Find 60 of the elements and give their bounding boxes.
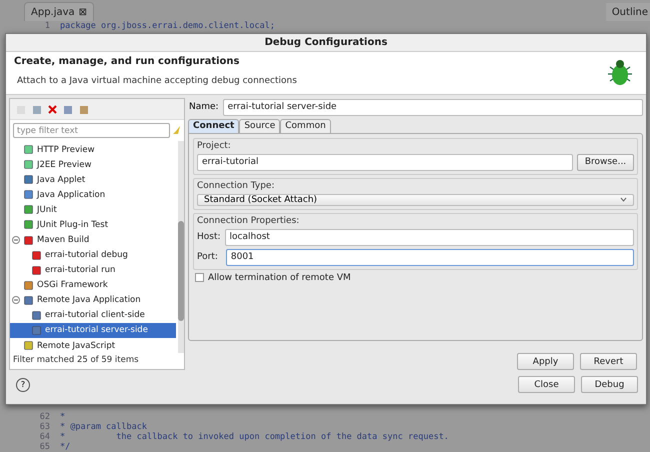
tree-item[interactable]: OSGi Framework <box>10 278 176 293</box>
name-label: Name: <box>189 102 219 112</box>
host-field[interactable]: localhost <box>224 228 634 246</box>
config-tab[interactable]: Source <box>239 118 280 133</box>
config-tab[interactable]: Common <box>280 118 331 133</box>
tree-item[interactable]: J2EE Preview <box>10 157 176 172</box>
group-legend: Connection Type: <box>197 180 634 191</box>
close-button[interactable]: Close <box>518 376 575 393</box>
apply-button[interactable]: Apply <box>517 353 574 370</box>
checkbox-label[interactable]: Allow termination of remote VM <box>208 272 351 283</box>
code-line: */ <box>60 442 70 452</box>
chevron-down-icon <box>620 197 627 202</box>
revert-button[interactable]: Revert <box>580 353 637 370</box>
scrollbar-thumb[interactable] <box>178 221 184 321</box>
line-number: 1 <box>44 21 50 31</box>
code-line: package org.jboss.errai.demo.client.local; <box>60 21 275 31</box>
group-legend: Connection Properties: <box>197 216 634 226</box>
tree-item[interactable]: Remote Java Application <box>10 292 176 308</box>
tree-item[interactable]: JUnit Plug-in Test <box>10 217 176 232</box>
editor-tab-label[interactable]: App.java <box>31 6 75 18</box>
dialog-title: Debug Configurations <box>6 34 646 52</box>
port-field[interactable]: 8001 <box>226 248 634 266</box>
dialog-subtitle: Attach to a Java virtual machine accepting debug connections <box>16 76 298 86</box>
tree-item[interactable]: Remote JavaScript <box>10 338 176 353</box>
tree-item[interactable]: Java Applet <box>10 172 176 188</box>
line-number: 63 <box>38 422 50 432</box>
code-line: * <box>60 412 66 422</box>
collapse-icon[interactable] <box>12 296 20 304</box>
delete-icon[interactable] <box>48 104 57 114</box>
close-icon[interactable]: ⊠ <box>78 6 88 18</box>
filter-status: Filter matched 25 of 59 items <box>12 354 140 367</box>
name-field[interactable]: errai-tutorial server-side <box>222 98 643 116</box>
config-tab[interactable]: Connect <box>188 118 240 133</box>
tree-item[interactable]: HTTP Preview <box>10 142 176 158</box>
host-label: Host: <box>197 232 221 242</box>
tree-item[interactable]: JUnit <box>10 202 176 218</box>
debug-button[interactable]: Debug <box>581 376 638 393</box>
tree-item[interactable]: errai-tutorial server-side <box>10 322 176 338</box>
filter-field[interactable]: type filter text <box>13 123 170 138</box>
tree-item[interactable]: Java Application <box>10 187 176 202</box>
dialog-heading: Create, manage, and run configurations <box>14 56 240 67</box>
browse-button[interactable]: Browse... <box>577 154 634 171</box>
checkbox[interactable] <box>195 273 204 282</box>
editor-tab[interactable]: App.java ⊠ <box>24 2 94 21</box>
group-legend: Project: <box>197 140 634 151</box>
tree-item[interactable]: errai-tutorial debug <box>10 248 176 263</box>
code-line: * @param callback <box>60 422 147 432</box>
help-icon[interactable]: ? <box>16 378 30 392</box>
line-number: 62 <box>38 412 50 422</box>
outline-tab[interactable]: Outline <box>606 3 650 21</box>
line-number: 65 <box>38 442 50 452</box>
port-label: Port: <box>197 252 218 262</box>
connection-type-dropdown[interactable]: Standard (Socket Attach) <box>197 194 634 206</box>
tree-item[interactable]: errai-tutorial run <box>10 262 176 278</box>
collapse-icon[interactable] <box>12 236 20 244</box>
code-line: * the callback to invoked upon completion of the data sync request. <box>60 432 449 442</box>
tree-item[interactable]: errai-tutorial client-side <box>10 308 176 323</box>
tree-item[interactable]: Maven Build <box>10 232 176 248</box>
project-field[interactable]: errai-tutorial <box>197 154 573 171</box>
line-number: 64 <box>38 432 50 442</box>
